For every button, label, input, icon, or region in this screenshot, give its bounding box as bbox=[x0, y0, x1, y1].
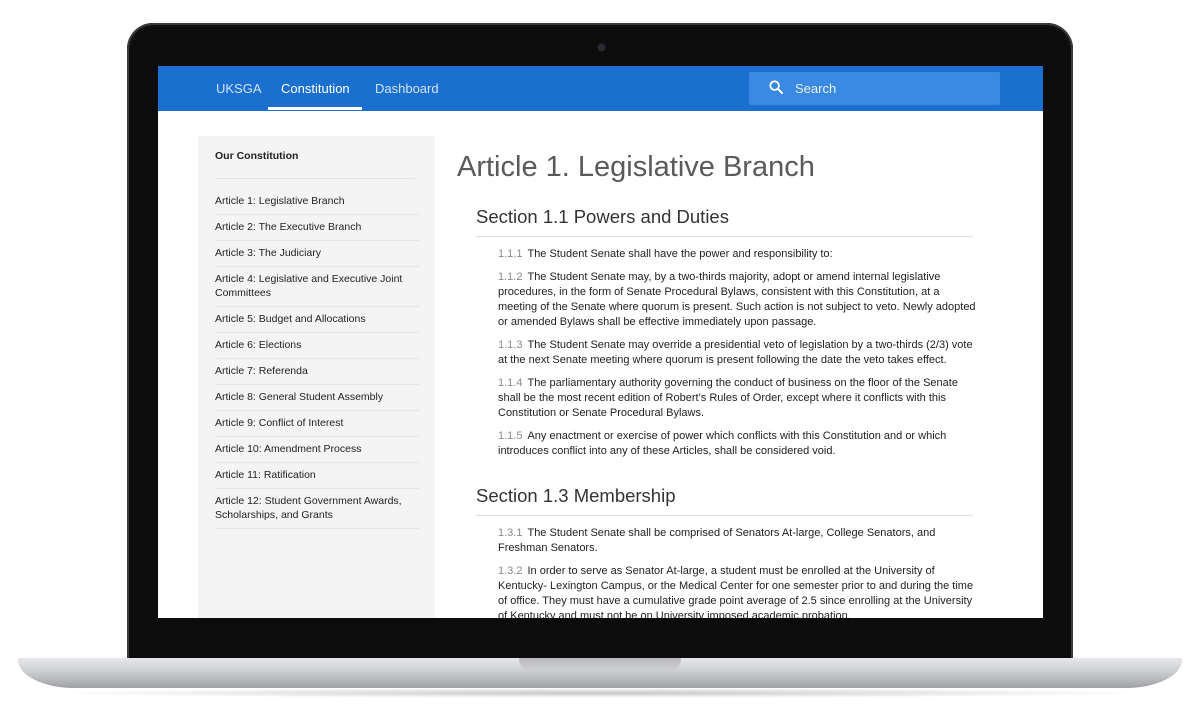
search-box[interactable] bbox=[749, 72, 1000, 105]
sidebar-title: Our Constitution bbox=[215, 150, 299, 162]
clause-text: The parliamentary authority governing th… bbox=[498, 377, 958, 419]
sidebar-item-article-9[interactable]: Article 9: Conflict of Interest bbox=[215, 411, 420, 437]
clause: 1.1.1 The Student Senate shall have the p… bbox=[498, 247, 980, 262]
clause-number: 1.1.5 bbox=[498, 430, 523, 442]
laptop-shadow bbox=[40, 688, 1160, 698]
section-title: Section 1.1 Powers and Duties bbox=[476, 204, 973, 237]
clause-text: The Student Senate may override a presid… bbox=[498, 339, 973, 366]
clause-text: Any enactment or exercise of power which… bbox=[498, 430, 947, 457]
clause: 1.1.2 The Student Senate may, by a two-th… bbox=[498, 270, 980, 330]
clause-text: The Student Senate shall be comprised of… bbox=[498, 527, 936, 554]
sidebar-divider bbox=[215, 178, 415, 179]
sidebar-item-article-5[interactable]: Article 5: Budget and Allocations bbox=[215, 307, 420, 333]
clause-number: 1.1.2 bbox=[498, 271, 523, 283]
webcam bbox=[598, 44, 605, 51]
sidebar-item-article-8[interactable]: Article 8: General Student Assembly bbox=[215, 385, 420, 411]
section-powers-duties: Section 1.1 Powers and Duties 1.1.1 The S… bbox=[476, 204, 976, 459]
clause: 1.3.2 In order to serve as Senator At-lar… bbox=[498, 564, 980, 618]
clause: 1.1.5 Any enactment or exercise of power … bbox=[498, 429, 980, 459]
clause-number: 1.3.2 bbox=[498, 565, 523, 577]
clause: 1.1.3 The Student Senate may override a p… bbox=[498, 338, 980, 368]
top-navbar: UKSGA Constitution Dashboard bbox=[158, 66, 1043, 111]
sidebar-item-article-2[interactable]: Article 2: The Executive Branch bbox=[215, 215, 420, 241]
clause-text: The Student Senate may, by a two-thirds … bbox=[498, 271, 976, 328]
screen: UKSGA Constitution Dashboard Our Constit… bbox=[158, 66, 1043, 618]
section-membership: Section 1.3 Membership 1.3.1 The Student … bbox=[476, 483, 973, 618]
sidebar-list: Article 1: Legislative Branch Article 2:… bbox=[215, 189, 420, 529]
sidebar-item-article-10[interactable]: Article 10: Amendment Process bbox=[215, 437, 420, 463]
main-content: Article 1. Legislative Branch Section 1.… bbox=[457, 148, 997, 618]
nav-constitution[interactable]: Constitution bbox=[281, 66, 350, 111]
clause-number: 1.1.1 bbox=[498, 248, 523, 260]
sidebar-item-article-1[interactable]: Article 1: Legislative Branch bbox=[215, 189, 420, 215]
laptop-notch bbox=[519, 658, 681, 671]
section-title: Section 1.3 Membership bbox=[476, 483, 973, 516]
search-input[interactable] bbox=[795, 72, 985, 105]
brand-link[interactable]: UKSGA bbox=[216, 66, 262, 111]
clause-text: The Student Senate shall have the power … bbox=[527, 248, 833, 260]
active-tab-indicator bbox=[268, 107, 362, 110]
clause: 1.3.1 The Student Senate shall be compris… bbox=[498, 526, 980, 556]
clause-number: 1.1.3 bbox=[498, 339, 523, 351]
sidebar-item-article-11[interactable]: Article 11: Ratification bbox=[215, 463, 420, 489]
sidebar-item-article-3[interactable]: Article 3: The Judiciary bbox=[215, 241, 420, 267]
sidebar: Our Constitution Article 1: Legislative … bbox=[198, 136, 435, 618]
sidebar-item-article-12[interactable]: Article 12: Student Government Awards, S… bbox=[215, 489, 420, 529]
sidebar-item-article-6[interactable]: Article 6: Elections bbox=[215, 333, 420, 359]
clause-text: In order to serve as Senator At-large, a… bbox=[498, 565, 974, 618]
clause: 1.1.4 The parliamentary authority governi… bbox=[498, 376, 980, 421]
sidebar-item-article-4[interactable]: Article 4: Legislative and Executive Joi… bbox=[215, 267, 420, 307]
article-title: Article 1. Legislative Branch bbox=[457, 151, 815, 183]
clause-number: 1.1.4 bbox=[498, 377, 523, 389]
search-icon bbox=[769, 80, 783, 94]
clause-list: 1.3.1 The Student Senate shall be compris… bbox=[498, 526, 980, 618]
nav-dashboard[interactable]: Dashboard bbox=[375, 66, 439, 111]
clause-list: 1.1.1 The Student Senate shall have the p… bbox=[498, 247, 980, 459]
clause-number: 1.3.1 bbox=[498, 527, 523, 539]
sidebar-item-article-7[interactable]: Article 7: Referenda bbox=[215, 359, 420, 385]
